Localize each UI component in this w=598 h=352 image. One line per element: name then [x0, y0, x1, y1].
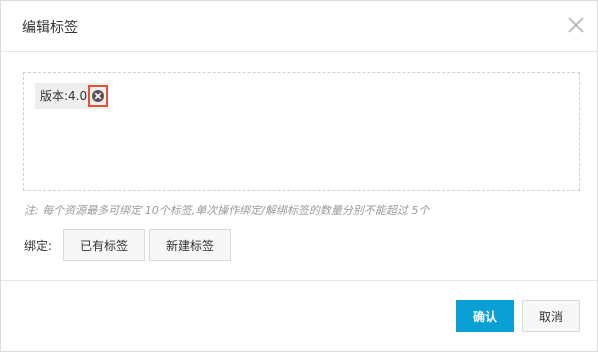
dialog-header: 编辑标签 — [1, 1, 597, 52]
tag-chip: 版本:4.0 — [35, 83, 109, 109]
footer-divider — [1, 280, 597, 281]
remove-circle-icon[interactable] — [88, 85, 109, 107]
close-icon[interactable] — [565, 14, 587, 36]
new-tag-button[interactable]: 新建标签 — [149, 229, 231, 261]
existing-tags-button[interactable]: 已有标签 — [63, 229, 145, 261]
confirm-button[interactable]: 确认 — [456, 300, 514, 332]
limit-note: 注: 每个资源最多可绑定 10个标签,单次操作绑定/解绑标签的数量分别不能超过 … — [24, 204, 430, 217]
dialog-title: 编辑标签 — [22, 20, 78, 36]
tag-area[interactable]: 版本:4.0 — [23, 72, 580, 191]
cancel-button[interactable]: 取消 — [522, 300, 580, 332]
edit-tags-dialog: 编辑标签 版本:4.0 注: 每个资源最多可绑定 10个标签,单次操作绑定/解绑… — [0, 0, 598, 352]
bind-label: 绑定: — [24, 239, 53, 253]
tag-label: 版本:4.0 — [40, 89, 88, 103]
